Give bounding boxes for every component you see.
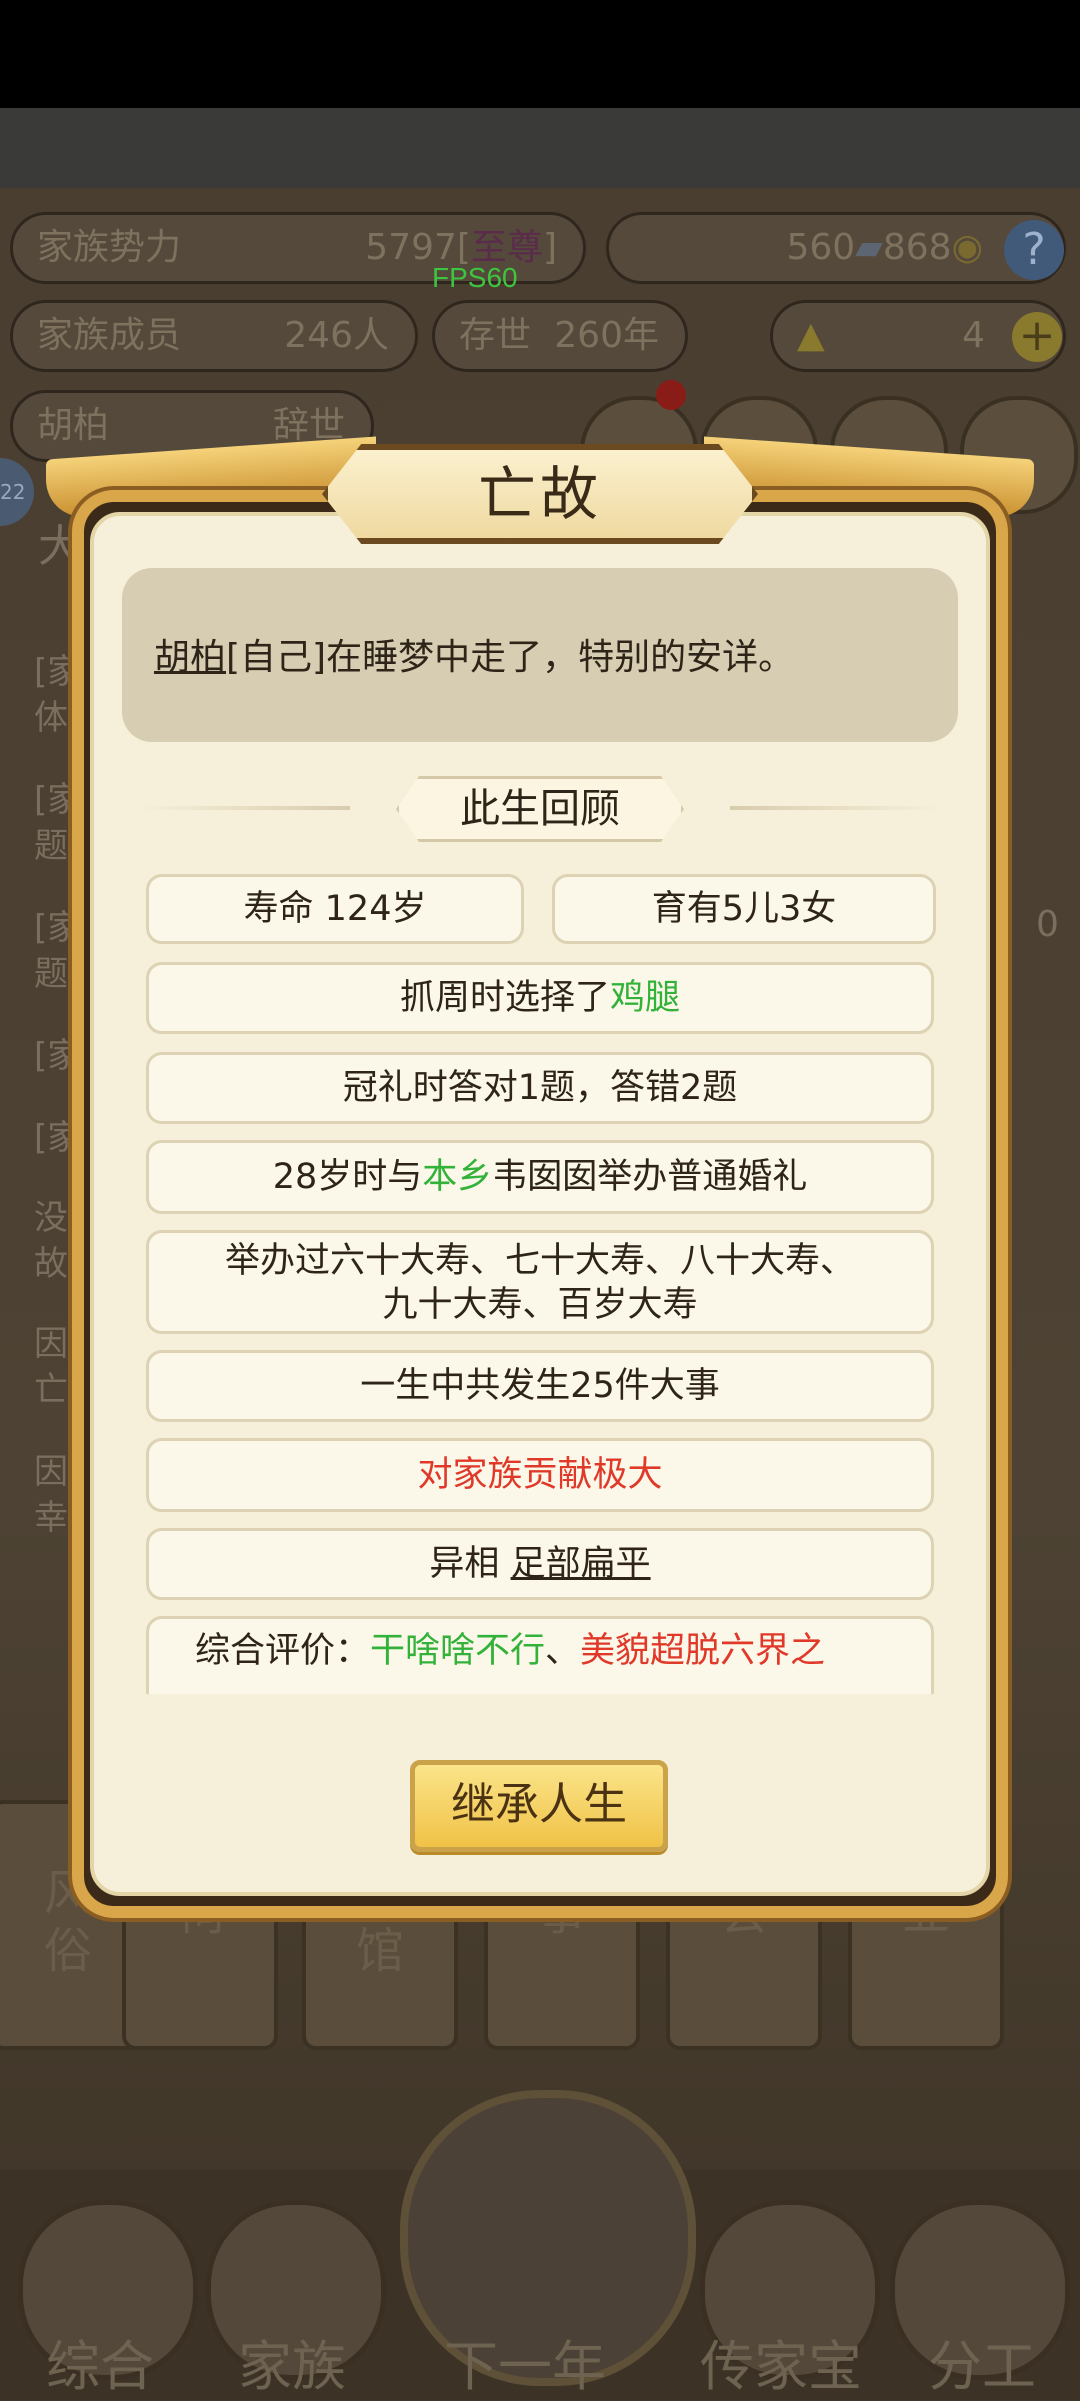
coin-icon: ◉ — [951, 227, 983, 268]
lifespan-card: 寿命 124岁 — [146, 874, 524, 944]
birthdays-line-1: 举办过六十大寿、七十大寿、八十大寿、 — [224, 1241, 855, 1281]
contribution-card: 对家族贡献极大 — [146, 1438, 934, 1512]
nav-label-heirloom: 传家宝 — [700, 2335, 862, 2398]
log-line: 故 — [34, 1244, 68, 1284]
birthdays-line-2: 九十大寿、百岁大寿 — [382, 1285, 698, 1325]
nav-label-family: 家族 — [238, 2335, 346, 2398]
divider-left — [140, 806, 350, 810]
survival-bar: 存世 260年 — [432, 300, 688, 372]
zhuazhou-item: 鸡腿 — [610, 978, 681, 1018]
log-line: 亡 — [34, 1370, 68, 1410]
evaluation-prefix: 综合评价： — [195, 1631, 371, 1671]
log-line: 题 — [34, 954, 68, 994]
log-line: 题 — [34, 826, 68, 866]
evaluation-green: 干啥啥不行 — [370, 1631, 546, 1671]
evaluation-red: 美貌超脱六界之 — [580, 1631, 826, 1671]
zhuazhou-prefix: 抓周时选择了 — [399, 978, 610, 1018]
inherit-life-button[interactable]: 继承人生 — [410, 1760, 668, 1852]
log-line: 因 — [34, 1324, 68, 1364]
silver-icon: ▰ — [855, 227, 883, 268]
family-power-label: 家族势力 — [37, 227, 182, 268]
person-name: 胡柏 — [37, 405, 110, 446]
survival-label: 存世 — [459, 315, 532, 356]
marriage-prefix: 28岁时与 — [272, 1157, 423, 1197]
right-number: 0 — [1036, 904, 1059, 945]
status-bar — [0, 0, 1080, 108]
nav-label-next-year: 下一年 — [444, 2335, 606, 2398]
coin-value: 868 — [882, 227, 952, 268]
nav-label-overview: 综合 — [46, 2335, 154, 2398]
log-line: 幸 — [34, 1498, 68, 1538]
family-members-bar: 家族成员 246人 — [10, 300, 418, 372]
survival-value: 260年 — [554, 315, 659, 356]
gold-value: 4 — [962, 315, 985, 356]
trait-prefix: 异相 — [429, 1544, 511, 1584]
evaluation-card: 综合评价：干啥啥不行、美貌超脱六界之 — [146, 1616, 934, 1694]
death-message: 胡柏[自己]在睡梦中走了，特别的安详。 — [122, 568, 958, 742]
log-line: 因 — [34, 1452, 68, 1492]
evaluation-sep: 、 — [545, 1631, 581, 1671]
marriage-card: 28岁时与本乡韦囡囡举办普通婚礼 — [146, 1140, 934, 1214]
trait-value-link[interactable]: 足部扁平 — [511, 1544, 651, 1584]
add-gold-icon[interactable]: + — [1012, 312, 1062, 362]
fps-counter: FPS60 — [432, 262, 518, 293]
currency-bar: 560▰868◉ — [606, 212, 1066, 284]
help-icon[interactable]: ? — [1004, 220, 1064, 280]
family-members-label: 家族成员 — [37, 315, 182, 356]
section-title: 此生回顾 — [396, 776, 684, 842]
trait-card: 异相 足部扁平 — [146, 1528, 934, 1600]
silver-value: 560 — [786, 227, 856, 268]
deceased-name-link[interactable]: 胡柏 — [154, 637, 226, 678]
top-strip — [0, 108, 1080, 188]
log-line: 没 — [34, 1198, 68, 1238]
divider-right — [730, 806, 940, 810]
log-line: 体 — [34, 698, 68, 738]
marriage-place: 本乡 — [422, 1157, 493, 1197]
events-card: 一生中共发生25件大事 — [146, 1350, 934, 1422]
death-message-text: [自己]在睡梦中走了，特别的安详。 — [226, 637, 795, 678]
birthdays-card: 举办过六十大寿、七十大寿、八十大寿、 九十大寿、百岁大寿 — [146, 1230, 934, 1334]
gold-icon: ▲ — [797, 315, 825, 356]
nav-label-division: 分工 — [928, 2335, 1036, 2398]
family-members-value: 246人 — [284, 315, 389, 356]
notification-dot — [656, 380, 686, 410]
marriage-suffix: 韦囡囡举办普通婚礼 — [492, 1157, 808, 1197]
review-scroll-clip[interactable]: 综合评价：干啥啥不行、美貌超脱六界之 — [140, 1610, 940, 1694]
dialog-title: 亡故 — [322, 444, 758, 544]
guanli-card: 冠礼时答对1题，答错2题 — [146, 1052, 934, 1124]
children-card: 育有5儿3女 — [552, 874, 936, 944]
zhuazhou-card: 抓周时选择了鸡腿 — [146, 962, 934, 1034]
